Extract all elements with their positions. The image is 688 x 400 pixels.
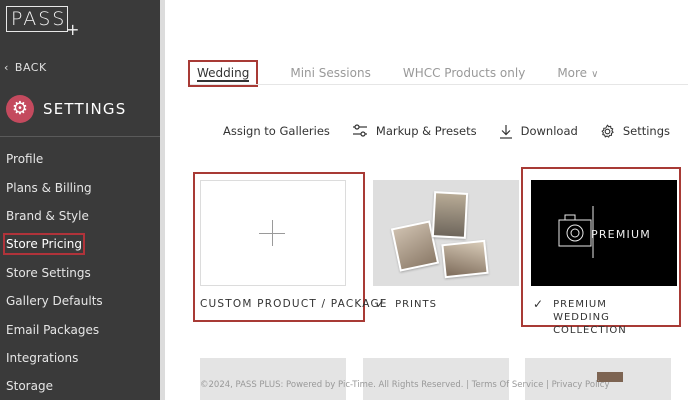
sidebar-item-profile[interactable]: Profile — [0, 145, 160, 173]
tab-mini-sessions[interactable]: Mini Sessions — [290, 66, 370, 80]
sidebar-item-store-pricing[interactable]: Store Pricing — [0, 230, 160, 258]
sidebar-item-gallery-defaults[interactable]: Gallery Defaults — [0, 287, 160, 315]
gear-icon: ⚙ — [6, 95, 34, 123]
sidebar-item-label: Email Packages — [6, 322, 100, 337]
card-title: PRINTS — [395, 299, 437, 310]
tab-whcc-products[interactable]: WHCC Products only — [403, 66, 525, 80]
settings-title: SETTINGS — [43, 100, 127, 118]
assign-label: Assign to Galleries — [223, 124, 330, 138]
logo-text: PASS — [11, 8, 67, 30]
settings-button[interactable]: Settings — [600, 124, 670, 139]
sidebar-item-label: Gallery Defaults — [6, 294, 103, 309]
back-link[interactable]: ‹ BACK — [4, 61, 47, 74]
custom-product-card[interactable]: CUSTOM PRODUCT / PACKAGE — [200, 180, 388, 311]
sidebar-item-storage[interactable]: Storage — [0, 372, 160, 400]
chevron-down-icon: ∨ — [591, 69, 599, 80]
footer-text: ©2024, PASS PLUS: Powered by Pic-Time. A… — [200, 380, 610, 390]
settings-header: ⚙ SETTINGS — [6, 95, 126, 123]
sidebar-item-label: Storage — [6, 379, 53, 394]
sidebar-item-store-settings[interactable]: Store Settings — [0, 259, 160, 287]
sidebar-item-integrations[interactable]: Integrations — [0, 344, 160, 372]
sidebar-item-label: Store Settings — [6, 265, 91, 280]
sliders-icon — [352, 124, 367, 137]
toolbar: Assign to Galleries Markup & Presets Dow… — [223, 121, 688, 141]
prints-card[interactable]: ✓ PRINTS — [373, 180, 519, 311]
markup-label: Markup & Presets — [375, 124, 477, 138]
tab-label: More — [557, 66, 588, 80]
add-product-tile[interactable] — [200, 180, 346, 286]
pass-plus-logo[interactable]: PASS + — [6, 6, 80, 40]
markup-presets-button[interactable]: Markup & Presets — [352, 124, 477, 138]
download-icon — [499, 124, 512, 139]
sidebar-item-label: Integrations — [6, 350, 79, 365]
assign-to-galleries-button[interactable]: Assign to Galleries — [223, 124, 330, 138]
tab-label: Wedding — [197, 65, 250, 80]
premium-select-row[interactable]: ✓ PREMIUM WEDDING COLLECTION — [531, 298, 677, 337]
next-row-card-1[interactable] — [200, 358, 346, 400]
tabs-divider — [190, 84, 688, 85]
premium-image-text: PREMIUM — [591, 228, 651, 241]
sidebar-item-plans-billing[interactable]: Plans & Billing — [0, 173, 160, 201]
sidebar-item-email-packages[interactable]: Email Packages — [0, 315, 160, 343]
premium-wedding-card[interactable]: PREMIUM ✓ PREMIUM WEDDING COLLECTION — [531, 180, 677, 337]
active-tab-underline — [197, 79, 250, 82]
check-icon[interactable]: ✓ — [533, 298, 543, 310]
card-title: PREMIUM WEDDING COLLECTION — [553, 299, 627, 336]
tab-label: WHCC Products only — [402, 66, 526, 80]
sidebar-item-label: Store Pricing — [3, 233, 85, 256]
sidebar-item-label: Profile — [6, 152, 44, 167]
sidebar-nav: Profile Plans & Billing Brand & Style St… — [0, 145, 160, 400]
back-label: BACK — [14, 61, 47, 74]
photo-print-2 — [431, 191, 469, 239]
logo-plus: + — [66, 20, 80, 39]
download-label: Download — [520, 124, 578, 138]
tab-wedding[interactable]: Wedding — [188, 59, 259, 87]
tab-label: Mini Sessions — [290, 66, 371, 80]
prints-select-row[interactable]: ✓ PRINTS — [373, 298, 519, 311]
plus-icon-vertical — [272, 220, 273, 246]
sidebar-divider — [0, 136, 160, 137]
premium-thumbnail: PREMIUM — [531, 180, 677, 286]
next-row-card-3[interactable] — [525, 358, 671, 400]
tab-more[interactable]: More ∨ — [557, 66, 598, 80]
gear-outline-icon — [601, 124, 614, 138]
photo-print-3 — [441, 239, 489, 279]
settings-label: Settings — [622, 124, 670, 138]
card-title: CUSTOM PRODUCT / PACKAGE — [200, 298, 388, 310]
next-row-card-2[interactable] — [363, 358, 509, 400]
download-button[interactable]: Download — [499, 124, 578, 139]
sidebar: PASS + ‹ BACK ⚙ SETTINGS Profile Plans &… — [0, 0, 160, 400]
sidebar-item-brand-style[interactable]: Brand & Style — [0, 202, 160, 230]
chevron-left-icon: ‹ — [4, 61, 9, 74]
check-icon[interactable]: ✓ — [375, 298, 385, 310]
sidebar-item-label: Plans & Billing — [6, 180, 92, 195]
main-content: Wedding Mini Sessions WHCC Products only… — [165, 0, 688, 400]
sidebar-item-label: Brand & Style — [6, 208, 89, 223]
prints-thumbnail — [373, 180, 519, 286]
